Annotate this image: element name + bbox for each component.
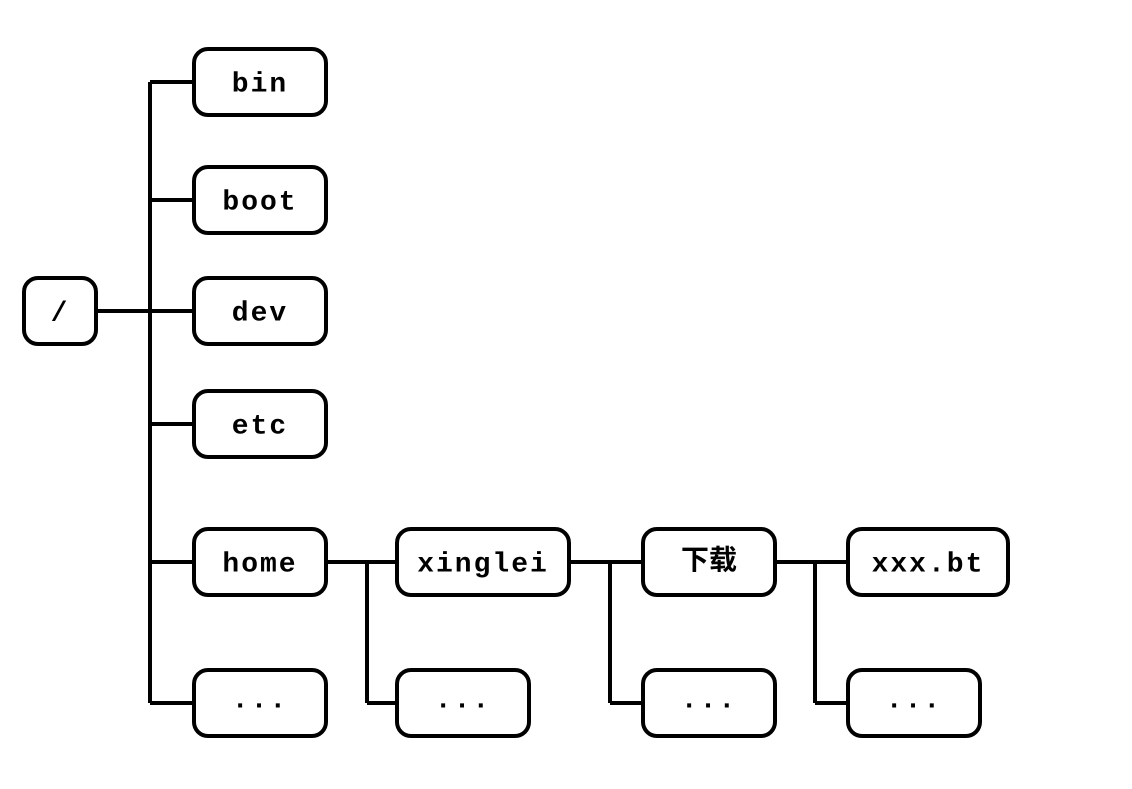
node-root-ellipsis-label: ... [232, 685, 288, 716]
node-home-ellipsis: ... [397, 670, 529, 736]
node-xinglei-ellipsis-label: ... [681, 685, 737, 716]
node-etc: etc [194, 391, 326, 457]
node-dev-label: dev [232, 298, 288, 329]
node-dev: dev [194, 278, 326, 344]
node-download-label: 下载 [681, 539, 737, 579]
node-boot: boot [194, 167, 326, 233]
node-xinglei-ellipsis: ... [643, 670, 775, 736]
node-root-ellipsis: ... [194, 670, 326, 736]
node-etc-label: etc [232, 411, 288, 442]
node-bin: bin [194, 49, 326, 115]
node-home-label: home [222, 549, 297, 580]
node-download-ellipsis: ... [848, 670, 980, 736]
node-home-ellipsis-label: ... [435, 685, 491, 716]
filesystem-tree-diagram: / bin boot dev etc home ... xinglei ... … [0, 0, 1132, 789]
node-root-label: / [51, 298, 70, 329]
node-xinglei-label: xinglei [417, 549, 549, 580]
node-bin-label: bin [232, 69, 288, 100]
node-xinglei: xinglei [397, 529, 569, 595]
node-download-ellipsis-label: ... [886, 685, 942, 716]
node-home: home [194, 529, 326, 595]
node-xxxbt: xxx.bt [848, 529, 1008, 595]
node-download: 下载 [643, 529, 775, 595]
node-xxxbt-label: xxx.bt [872, 549, 985, 580]
node-root: / [24, 278, 96, 344]
node-boot-label: boot [222, 187, 297, 218]
